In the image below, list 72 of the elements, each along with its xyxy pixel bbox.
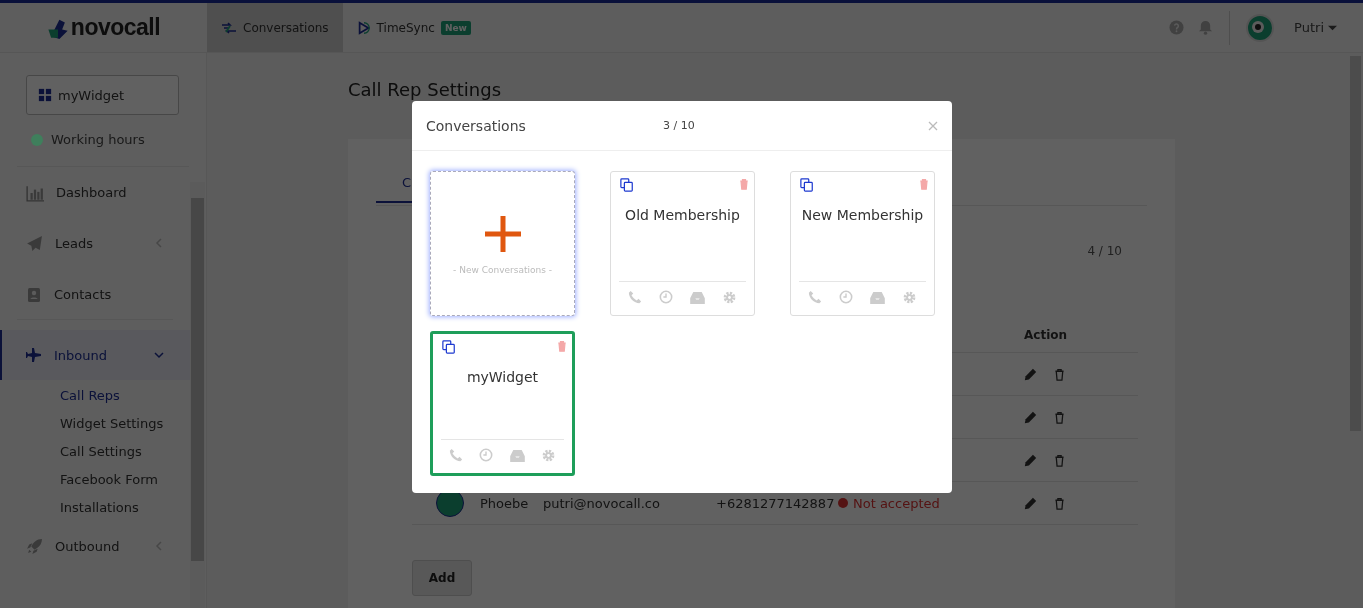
phone-icon [627,290,642,304]
paper-plane-icon [26,235,43,252]
widget-name: myWidget [465,369,540,387]
trash-icon [1053,410,1066,424]
nav-tab[interactable]: TimeSync New [342,3,485,52]
table-cell-text: putri@novocall.co [543,495,661,511]
grid-icon [38,88,52,102]
trash-icon [1053,367,1066,381]
user-menu[interactable]: Putri [1288,19,1343,36]
nav-tab[interactable]: Conversations [207,3,343,52]
caret-down-icon [1328,23,1337,32]
submenu-item[interactable]: Call Settings [0,437,148,465]
menu-item[interactable]: Leads [0,218,190,269]
contact-card-icon [26,286,42,303]
trash-icon [918,178,930,190]
clock-icon [838,290,853,304]
pencil-icon [1024,367,1037,381]
trash-icon [556,340,568,352]
rocket-icon [26,538,43,555]
logo[interactable]: novocall [70,14,161,41]
clock-icon [658,290,673,304]
tray-icon [690,289,706,305]
widget-card[interactable]: New Membership [790,171,935,316]
status-text: Not accepted [853,495,940,511]
pencil-icon [1024,410,1037,424]
submenu-item[interactable]: Widget Settings [0,409,170,437]
bell-icon [1198,20,1214,35]
tray-icon [870,289,886,305]
menu-item[interactable]: Outbound [0,521,190,572]
submenu-item[interactable]: Installations [0,493,145,521]
pencil-icon [1024,453,1037,467]
play-icon [356,20,371,35]
trash-icon [1053,496,1066,510]
copy-icon [442,340,456,354]
add-button[interactable]: Add [412,560,472,596]
chevron-down-icon [154,349,164,360]
widget-card[interactable]: myWidget [430,331,575,476]
plus-icon [482,214,523,254]
menu-item[interactable]: Inbound [0,330,190,380]
arrows-icon [221,19,237,36]
widget-name: New Membership [800,207,925,225]
counter: 4 / 10 [1086,244,1123,258]
new-conversation-card[interactable]: - New Conversations - [430,171,575,316]
status-dot [838,498,848,508]
phone-icon [807,290,822,304]
avatar-icon [1246,13,1275,42]
trash-icon [1053,453,1066,467]
new-badge: New [440,20,471,35]
table-cell-text: Phoebe [480,495,530,511]
page-title: Call Rep Settings [348,79,502,101]
bar-chart-icon [26,183,44,202]
close-icon [928,121,938,131]
phone-icon [449,448,464,462]
status-label: Working hours [51,132,145,147]
tray-icon [509,447,525,463]
table-cell-text: +6281277142887 [716,495,836,511]
widget-name: Old Membership [624,207,741,225]
menu-item[interactable]: Dashboard [0,167,190,218]
submenu-item[interactable]: Call Reps [0,381,126,409]
help-icon [1169,20,1185,35]
widget-selector[interactable]: myWidget [26,75,179,115]
trash-icon [738,178,750,190]
clock-icon [479,448,494,462]
copy-icon [800,178,814,192]
modal-title: Conversations [426,117,527,134]
column-header: Action [1024,328,1069,342]
submenu-item[interactable]: Facebook Form [0,465,164,493]
widget-card[interactable]: Old Membership [610,171,755,316]
airplane-icon [26,347,42,363]
count-label: 3 / 10 [663,119,695,132]
pencil-icon [1024,496,1037,510]
copy-icon [620,178,634,192]
